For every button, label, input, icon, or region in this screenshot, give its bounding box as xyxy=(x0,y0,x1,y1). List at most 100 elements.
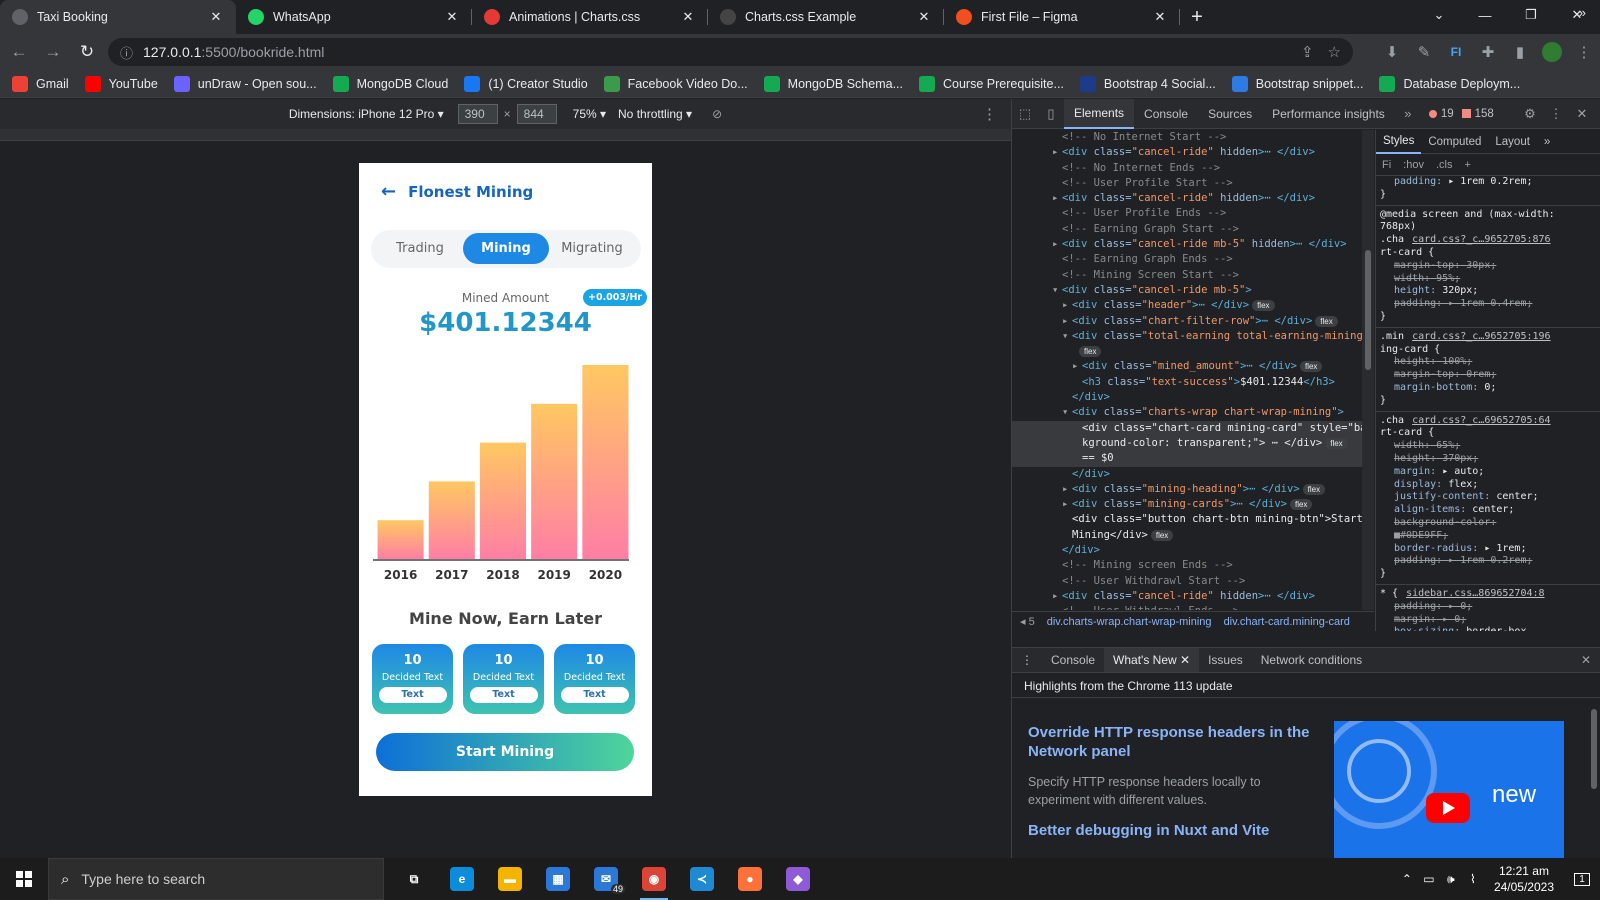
scrollbar-thumb[interactable] xyxy=(1591,709,1597,789)
dom-node-line[interactable]: <!-- User Withdrawl Ends --> xyxy=(1012,604,1362,610)
settings-gear-icon[interactable]: ⚙ xyxy=(1517,106,1543,122)
close-drawer-icon[interactable]: ✕ xyxy=(1581,653,1591,667)
style-rule-line[interactable]: * {sidebar.css…869652704:8 xyxy=(1376,583,1600,601)
dom-node-line[interactable]: ▾ <div class="total-earning total-earning… xyxy=(1012,329,1362,344)
mining-card-button[interactable]: Text xyxy=(560,687,629,703)
style-rule-line[interactable]: height: 320px; xyxy=(1376,285,1600,298)
style-rule-line[interactable]: display: flex; xyxy=(1376,479,1600,492)
style-rule-line[interactable]: width: 65%; xyxy=(1376,440,1600,453)
dom-node-line[interactable]: <!-- Mining Screen Start --> xyxy=(1012,268,1362,283)
volume-icon[interactable]: 🕪 xyxy=(1440,872,1462,887)
whats-new-video-thumbnail[interactable]: new xyxy=(1334,721,1564,858)
download-icon[interactable]: ⬇ xyxy=(1376,37,1408,67)
flex-badge[interactable]: flex xyxy=(1302,483,1326,495)
dom-node-line[interactable]: flex xyxy=(1012,344,1362,359)
style-rule-line[interactable]: padding: ▸ 1rem 0.2rem; xyxy=(1376,555,1600,568)
dom-node-line[interactable]: <h3 class="text-success">$401.12344</h3> xyxy=(1012,375,1362,390)
browser-tab[interactable]: Charts.css Example ✕ xyxy=(708,0,944,34)
tab-layout[interactable]: Layout xyxy=(1488,130,1537,154)
style-rule-line[interactable]: 768px) xyxy=(1376,221,1600,234)
back-button[interactable]: ← xyxy=(4,37,34,67)
drawer-tab-issues[interactable]: Issues xyxy=(1199,648,1252,672)
close-tab-icon[interactable]: ✕ xyxy=(208,9,224,25)
mining-card[interactable]: 10 Decided Text Text xyxy=(372,644,453,714)
bookmark-item[interactable]: YouTube xyxy=(84,75,158,92)
tab-search-icon[interactable]: ⌄ xyxy=(1416,0,1462,30)
dom-node-line[interactable]: ▸ <div class="cancel-ride mb-5" hidden>⋯ … xyxy=(1012,237,1362,252)
bookmark-item[interactable]: unDraw - Open sou... xyxy=(173,75,317,92)
more-tabs-icon[interactable]: » xyxy=(1395,106,1421,121)
devtools-menu-icon[interactable]: ⋮ xyxy=(1543,106,1569,122)
taskbar-search-box[interactable]: ⌕ Type here to search xyxy=(48,858,384,900)
battery-icon[interactable]: ▭ xyxy=(1418,872,1440,886)
extensions-puzzle-icon[interactable]: ✚ xyxy=(1472,37,1504,67)
expand-toggle-icon[interactable]: ▾ xyxy=(1052,283,1062,298)
expand-toggle-icon[interactable]: ▸ xyxy=(1062,482,1072,497)
style-rule-line[interactable]: @media screen and (max-width: xyxy=(1376,204,1600,222)
device-dimensions-select[interactable]: Dimensions: iPhone 12 Pro ▾ xyxy=(289,107,444,121)
style-rule-line[interactable]: box-sizing: border-box xyxy=(1376,626,1600,631)
expand-toggle-icon[interactable]: ▸ xyxy=(1062,298,1072,313)
dom-node-line[interactable]: ▸ <div class="mining-heading">⋯ </div> fle… xyxy=(1012,482,1362,497)
style-rule-line[interactable]: .cha card.css?_c…69652705:64 xyxy=(1376,410,1600,428)
dom-node-line[interactable]: ▾ <div class="cancel-ride mb-5"> xyxy=(1012,283,1362,298)
breadcrumb-item[interactable]: div.charts-wrap.chart-wrap-mining xyxy=(1047,616,1212,628)
expand-toggle-icon[interactable]: ▸ xyxy=(1062,314,1072,329)
drawer-tab-network-conditions[interactable]: Network conditions xyxy=(1252,648,1371,672)
drawer-tab-console[interactable]: Console xyxy=(1042,648,1104,672)
styles-filter-input[interactable]: Fi xyxy=(1382,159,1391,171)
expand-toggle-icon[interactable]: ▾ xyxy=(1062,329,1072,344)
bookmark-item[interactable]: Facebook Video Do... xyxy=(603,75,748,92)
tab-elements[interactable]: Elements xyxy=(1064,98,1135,129)
dom-node-line[interactable]: <!-- Earning Graph Ends --> xyxy=(1012,252,1362,267)
new-rule-button[interactable]: + xyxy=(1464,159,1470,171)
style-rule-line[interactable]: } xyxy=(1376,395,1600,408)
style-rule-line[interactable]: margin-top: 30px; xyxy=(1376,260,1600,273)
flex-badge[interactable]: flex xyxy=(1079,346,1102,358)
tab-computed[interactable]: Computed xyxy=(1421,130,1488,154)
flex-badge[interactable]: flex xyxy=(1150,529,1174,541)
breadcrumb-prefix[interactable]: ◂ 5 xyxy=(1020,615,1035,628)
throttling-select[interactable]: No throttling ▾ xyxy=(618,107,692,121)
windows-start-button[interactable] xyxy=(0,858,48,900)
bookmark-item[interactable]: MongoDB Cloud xyxy=(332,75,448,92)
dom-node-line[interactable]: ▸ <div class="cancel-ride" hidden>⋯ </div… xyxy=(1012,589,1362,604)
drawer-tab-whats-new[interactable]: What's New ✕ xyxy=(1104,648,1200,672)
css-source-link[interactable]: sidebar.css…869652704:8 xyxy=(1406,588,1544,599)
tab-trading[interactable]: Trading xyxy=(377,233,463,264)
taskbar-app[interactable]: ◆ xyxy=(774,858,822,900)
tab-performance-insights[interactable]: Performance insights xyxy=(1262,99,1395,129)
style-rule-line[interactable]: margin-bottom: 0; xyxy=(1376,382,1600,395)
tab-mining[interactable]: Mining xyxy=(463,233,549,264)
close-tab-icon[interactable]: ✕ xyxy=(916,9,932,25)
forward-button[interactable]: → xyxy=(38,37,68,67)
dom-node-line[interactable]: ▸ <div class="chart-filter-row">⋯ </div> f… xyxy=(1012,314,1362,329)
taskbar-app[interactable]: e xyxy=(438,858,486,900)
back-arrow-icon[interactable]: ← xyxy=(381,181,396,202)
flex-badge[interactable]: flex xyxy=(1299,361,1323,373)
dom-node-line[interactable]: <!-- No Internet Ends --> xyxy=(1012,161,1362,176)
flex-badge[interactable]: flex xyxy=(1325,437,1348,449)
style-rule-line[interactable]: .cha card.css?_c…9652705:876 xyxy=(1376,234,1600,247)
close-tab-icon[interactable]: ✕ xyxy=(444,9,460,25)
taskbar-app[interactable]: ● xyxy=(726,858,774,900)
dom-node-line[interactable]: <!-- Earning Graph Start --> xyxy=(1012,222,1362,237)
style-rule-line[interactable]: padding: ▸ 1rem 0.2rem; xyxy=(1376,176,1600,189)
close-tab-icon[interactable]: ✕ xyxy=(1152,9,1168,25)
expand-toggle-icon[interactable]: ▸ xyxy=(1072,359,1082,374)
taskbar-app[interactable]: ▬ xyxy=(486,858,534,900)
dom-tree[interactable]: <!-- No Internet Start --> ▸ <div class="c… xyxy=(1012,130,1362,610)
dom-node-line[interactable]: kground-color: transparent;"> ⋯ </div> fl… xyxy=(1012,435,1362,452)
dom-node-line[interactable]: </div> xyxy=(1012,543,1362,558)
expand-toggle-icon[interactable]: ▸ xyxy=(1062,497,1072,512)
more-style-tabs-icon[interactable]: » xyxy=(1537,130,1557,154)
chrome-menu-icon[interactable]: ⋮ xyxy=(1568,37,1600,67)
error-count-badge[interactable]: 19 xyxy=(1428,108,1454,120)
dom-node-line[interactable]: ▸ <div class="mined_amount">⋯ </div> flex xyxy=(1012,359,1362,374)
taskbar-app[interactable]: ≺ xyxy=(678,858,726,900)
device-toolbar-more-icon[interactable]: ⋮ xyxy=(982,105,997,123)
bookmark-item[interactable]: Gmail xyxy=(12,75,69,92)
dom-node-line[interactable]: <!-- User Profile Ends --> xyxy=(1012,206,1362,221)
mining-card[interactable]: 10 Decided Text Text xyxy=(463,644,544,714)
style-rule-line[interactable]: margin: ▸ auto; xyxy=(1376,466,1600,479)
